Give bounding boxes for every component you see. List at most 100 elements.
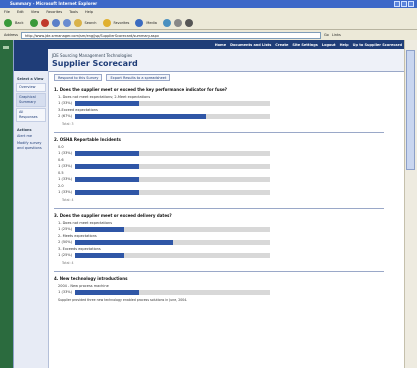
option-label: 1- Does not meet expectations <box>58 221 113 225</box>
back-icon[interactable] <box>4 18 12 27</box>
nav-site-settings[interactable]: Site Settings <box>292 43 318 47</box>
page-title: Supplier Scorecard <box>52 59 138 68</box>
close-icon[interactable] <box>408 1 414 7</box>
result-bar-track <box>75 150 270 156</box>
response-comment: Supplier provided three new technology e… <box>58 298 188 302</box>
result-bar-fill <box>75 150 140 156</box>
search-icon[interactable] <box>73 18 82 27</box>
survey-actions: Respond to this Survey Export Results to… <box>54 74 402 81</box>
result-count: 1 (33%) <box>58 190 72 194</box>
address-bar: Address http://www.jde-srmanager.com/sm/… <box>0 30 417 40</box>
nav-logout[interactable]: Logout <box>322 43 336 47</box>
window-controls <box>394 1 414 7</box>
favorites-button-label[interactable]: Favorites <box>114 21 130 25</box>
menu-tools[interactable]: Tools <box>69 10 78 14</box>
result-bar-track <box>75 239 270 245</box>
sidebar-action-alert-me[interactable]: Alert me <box>17 134 45 139</box>
result-bar-fill <box>75 176 140 182</box>
result-bar-track <box>75 252 270 258</box>
total-responses: Total: 4 <box>62 261 74 265</box>
result-bar-track <box>75 100 270 106</box>
result-row: 1 (33%) <box>58 100 402 106</box>
result-bar-fill <box>75 252 124 258</box>
result-row: 1 (33%) <box>58 189 402 195</box>
address-label: Address <box>4 33 18 37</box>
result-row: 1 (33%) <box>58 150 402 156</box>
nav-documents-and-lists[interactable]: Documents and Lists <box>230 43 271 47</box>
option-label: 1- Does not meet expectations; 2-Meet ex… <box>58 95 151 99</box>
option-label: 0.0 <box>58 145 64 149</box>
media-icon[interactable] <box>135 18 144 27</box>
result-count: 1 (25%) <box>58 253 72 257</box>
nav-up-to-supplier-scorecard[interactable]: Up to Supplier Scorecard <box>353 43 402 47</box>
vertical-scrollbar[interactable] <box>404 40 417 368</box>
result-count: 1 (33%) <box>58 177 72 181</box>
menu-help[interactable]: Help <box>85 10 93 14</box>
menu-edit[interactable]: Edit <box>17 10 24 14</box>
nav-create[interactable]: Create <box>275 43 288 47</box>
result-row: 2 (50%) <box>58 239 402 245</box>
refresh-icon[interactable] <box>51 18 60 27</box>
result-bar-fill <box>75 100 140 106</box>
browser-toolbar: Back Search Favorites Media <box>0 16 417 30</box>
result-count: 2 (67%) <box>58 114 72 118</box>
page-header: JDE Sourcing Management Technologies Sup… <box>48 49 406 72</box>
sidebar-item-all-responses[interactable]: All Responses <box>16 108 46 122</box>
result-bar-track <box>75 163 270 169</box>
history-icon[interactable] <box>162 18 171 27</box>
sidebar-action-modify-survey[interactable]: Modify survey and questions <box>17 141 45 151</box>
result-count: 1 (33%) <box>58 164 72 168</box>
result-bar-fill <box>75 239 173 245</box>
result-bar-fill <box>75 226 124 232</box>
result-row: 1 (25%) <box>58 226 402 232</box>
respond-to-survey-button[interactable]: Respond to this Survey <box>54 74 103 81</box>
result-row: 1 (33%) <box>58 163 402 169</box>
back-button-label[interactable]: Back <box>15 21 24 25</box>
menu-view[interactable]: View <box>31 10 39 14</box>
scrollbar-thumb[interactable] <box>406 50 415 170</box>
go-button[interactable]: Go <box>324 33 329 37</box>
url-input[interactable]: http://www.jde-srmanager.com/sm/eng/jsp/… <box>20 31 321 39</box>
result-bar-track <box>75 189 270 195</box>
option-label: 2.0 <box>58 184 64 188</box>
minimize-icon[interactable] <box>394 1 400 7</box>
result-row: 1 (33%) <box>58 289 402 295</box>
maximize-icon[interactable] <box>401 1 407 7</box>
links-button[interactable]: Links <box>332 33 341 37</box>
section-divider <box>54 271 384 272</box>
stop-icon[interactable] <box>40 18 49 27</box>
top-navigation: Home Documents and Lists Create Site Set… <box>14 40 406 49</box>
sidebar-actions-heading: Actions <box>17 128 32 132</box>
sidebar-item-overview[interactable]: Overview <box>16 83 46 92</box>
frame-marker <box>3 46 9 49</box>
result-row: 1 (33%) <box>58 176 402 182</box>
result-bar-fill <box>75 163 140 169</box>
menu-favorites[interactable]: Favorites <box>46 10 62 14</box>
nav-help[interactable]: Help <box>340 43 349 47</box>
total-responses: Total: 4 <box>62 198 74 202</box>
menu-file[interactable]: File <box>4 10 10 14</box>
result-bar-fill <box>75 189 140 195</box>
option-label: 3- Exceeds expectations <box>58 247 101 251</box>
menu-bar: File Edit View Favorites Tools Help <box>0 8 417 16</box>
favorites-icon[interactable] <box>102 18 111 27</box>
result-count: 1 (33%) <box>58 151 72 155</box>
result-row: 2 (67%) <box>58 113 402 119</box>
window-titlebar: Summary - Microsoft Internet Explorer <box>0 0 417 8</box>
forward-icon[interactable] <box>29 18 38 27</box>
sidebar: Select a View Overview Graphical Summary… <box>14 71 49 368</box>
export-results-button[interactable]: Export Results to a spreadsheet <box>106 74 171 81</box>
result-count: 2 (50%) <box>58 240 72 244</box>
sidebar-views-heading: Select a View <box>17 77 44 81</box>
question-title: 4. New technology introductions <box>54 276 128 281</box>
nav-home[interactable]: Home <box>215 43 226 47</box>
media-button-label[interactable]: Media <box>146 21 157 25</box>
search-button-label[interactable]: Search <box>85 21 97 25</box>
result-bar-track <box>75 113 270 119</box>
print-icon[interactable] <box>184 18 193 27</box>
result-row: 1 (25%) <box>58 252 402 258</box>
mail-icon[interactable] <box>173 18 182 27</box>
sidebar-item-graphical-summary[interactable]: Graphical Summary <box>16 93 46 107</box>
result-bar-fill <box>75 113 206 119</box>
home-icon[interactable] <box>62 18 71 27</box>
